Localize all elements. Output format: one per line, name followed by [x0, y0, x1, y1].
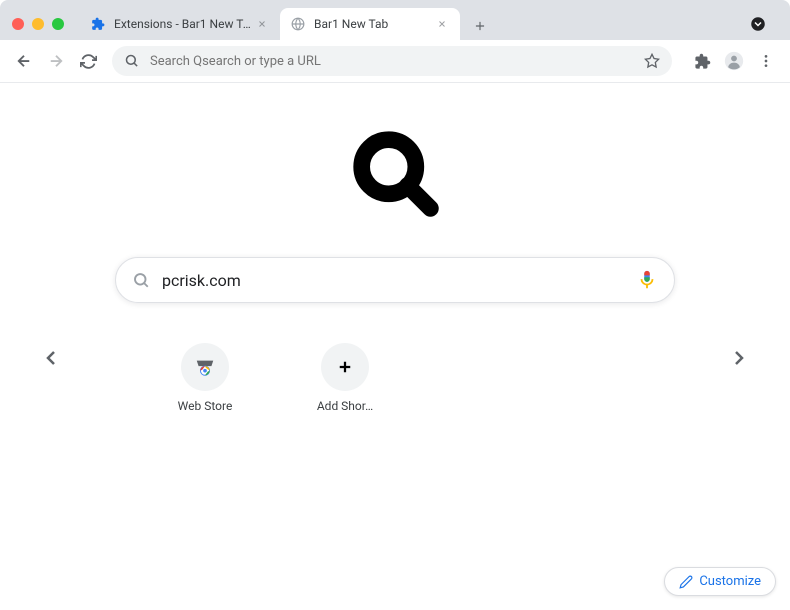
window-collapse-section — [746, 12, 778, 36]
close-window-button[interactable] — [12, 18, 24, 30]
new-tab-button[interactable] — [466, 12, 494, 40]
shortcuts-row: Web Store Add Shor… — [115, 343, 675, 413]
menu-button[interactable] — [752, 47, 780, 75]
search-input[interactable] — [162, 271, 636, 290]
search-icon — [132, 271, 150, 289]
toolbar-actions — [688, 47, 780, 75]
search-box[interactable] — [115, 257, 675, 303]
maximize-window-button[interactable] — [52, 18, 64, 30]
title-bar: Extensions - Bar1 New Tab Bar1 New Tab — [0, 0, 790, 40]
browser-chrome: Extensions - Bar1 New Tab Bar1 New Tab — [0, 0, 790, 83]
tab-close-button[interactable] — [254, 16, 270, 32]
chevron-down-icon[interactable] — [746, 12, 770, 36]
toolbar — [0, 40, 790, 83]
search-icon — [124, 53, 140, 69]
shortcut-circle — [181, 343, 229, 391]
tab-title: Extensions - Bar1 New Tab — [114, 17, 254, 31]
pencil-icon — [679, 575, 693, 589]
plus-icon — [336, 358, 354, 376]
tab-strip: Extensions - Bar1 New Tab Bar1 New Tab — [80, 8, 746, 40]
tab-close-button[interactable] — [434, 16, 450, 32]
shortcut-add[interactable]: Add Shor… — [305, 343, 385, 413]
customize-button[interactable]: Customize — [664, 567, 776, 596]
shortcuts-prev-button[interactable] — [35, 342, 67, 374]
forward-button[interactable] — [42, 47, 70, 75]
tab-title: Bar1 New Tab — [314, 17, 434, 31]
address-input[interactable] — [150, 54, 644, 69]
shortcut-circle — [321, 343, 369, 391]
customize-label: Customize — [699, 574, 761, 589]
puzzle-icon — [90, 16, 106, 32]
globe-icon — [290, 16, 306, 32]
extensions-button[interactable] — [688, 47, 716, 75]
shortcuts-container: Web Store Add Shor… — [75, 303, 715, 413]
address-bar[interactable] — [112, 46, 672, 76]
webstore-icon — [194, 356, 216, 378]
logo — [345, 123, 445, 227]
tab-extensions[interactable]: Extensions - Bar1 New Tab — [80, 8, 280, 40]
shortcut-webstore[interactable]: Web Store — [165, 343, 245, 413]
minimize-window-button[interactable] — [32, 18, 44, 30]
shortcuts-next-button[interactable] — [723, 342, 755, 374]
shortcut-label: Web Store — [178, 399, 233, 413]
window-controls — [12, 18, 64, 30]
reload-button[interactable] — [74, 47, 102, 75]
page-content: Web Store Add Shor… Customize — [0, 83, 790, 610]
profile-button[interactable] — [720, 47, 748, 75]
shortcut-label: Add Shor… — [317, 399, 373, 413]
tab-newtab[interactable]: Bar1 New Tab — [280, 8, 460, 40]
microphone-icon[interactable] — [636, 269, 658, 291]
back-button[interactable] — [10, 47, 38, 75]
bookmark-star-icon[interactable] — [644, 53, 660, 69]
